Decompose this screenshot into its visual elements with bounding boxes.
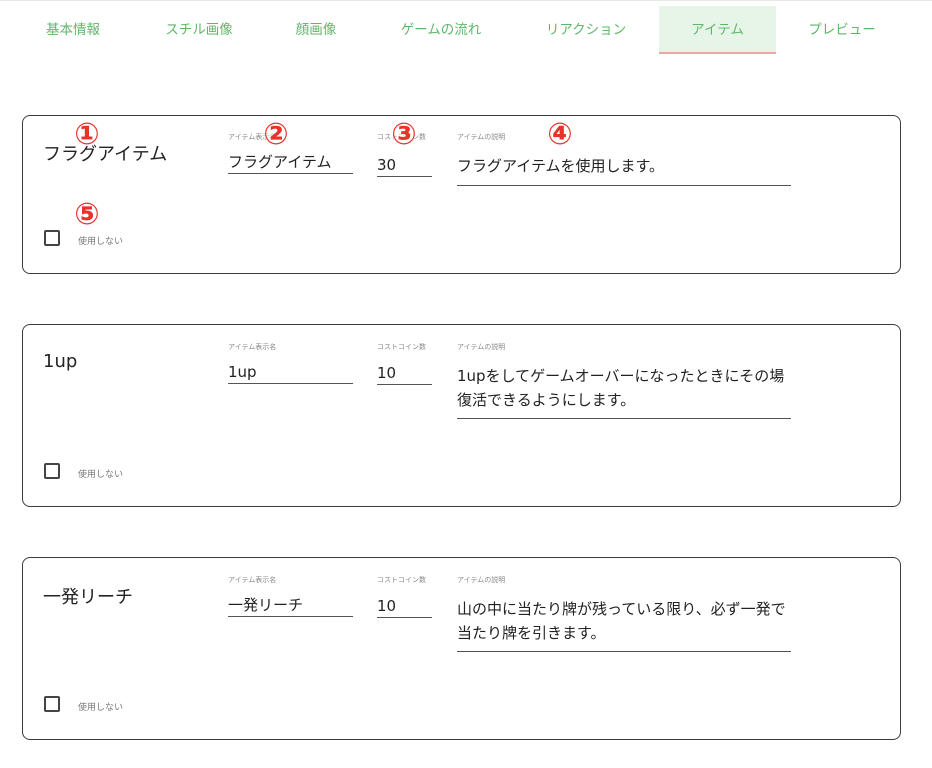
description-textarea[interactable]: 1upをしてゲームオーバーになったときにその場復活できるようにします。 [457, 364, 791, 419]
description-label: アイテムの説明 [457, 343, 506, 351]
annotation-marker-3: ③ [391, 117, 417, 152]
display-name-input[interactable] [228, 150, 353, 174]
annotation-marker-4: ④ [547, 117, 573, 152]
display-name-label: アイテム表示名 [228, 343, 277, 351]
unused-label: 使用しない [78, 703, 124, 713]
item-title: フラグアイテム [43, 144, 168, 165]
top-divider [0, 0, 932, 1]
annotation-marker-1: ① [74, 117, 100, 152]
annotation-marker-5: ⑤ [74, 197, 100, 232]
item-card: フラグアイテム アイテム表示名 コストコイン数 アイテムの説明 フラグアイテムを… [22, 115, 901, 274]
cost-input[interactable] [377, 153, 432, 177]
unused-checkbox[interactable] [44, 463, 60, 479]
tab-game-flow[interactable]: ゲームの流れ [372, 6, 510, 54]
item-title: 一発リーチ [43, 587, 133, 608]
item-title: 1up [43, 351, 78, 372]
item-card: 一発リーチ アイテム表示名 コストコイン数 アイテムの説明 山の中に当たり牌が残… [22, 557, 901, 740]
tab-basic-info[interactable]: 基本情報 [14, 6, 132, 54]
tab-bar: 基本情報 スチル画像 顔画像 ゲームの流れ リアクション アイテム プレビュー [0, 6, 932, 54]
cost-label: コストコイン数 [377, 576, 426, 584]
item-card: 1up アイテム表示名 コストコイン数 アイテムの説明 1upをしてゲームオーバ… [22, 324, 901, 507]
cost-input[interactable] [377, 361, 432, 385]
description-textarea[interactable]: 山の中に当たり牌が残っている限り、必ず一発で当たり牌を引きます。 [457, 597, 791, 652]
display-name-label: アイテム表示名 [228, 576, 277, 584]
annotation-marker-2: ② [263, 117, 289, 152]
tab-still-images[interactable]: スチル画像 [138, 6, 260, 54]
tab-items[interactable]: アイテム [659, 6, 776, 54]
description-textarea[interactable]: フラグアイテムを使用します。 [457, 154, 791, 186]
unused-label: 使用しない [78, 237, 124, 247]
unused-label: 使用しない [78, 470, 124, 480]
display-name-input[interactable] [228, 593, 353, 617]
display-name-input[interactable] [228, 360, 353, 384]
description-label: アイテムの説明 [457, 133, 506, 141]
description-label: アイテムの説明 [457, 576, 506, 584]
cost-input[interactable] [377, 594, 432, 618]
unused-checkbox[interactable] [44, 230, 60, 246]
tab-preview[interactable]: プレビュー [782, 6, 902, 54]
unused-checkbox[interactable] [44, 696, 60, 712]
tab-reactions[interactable]: リアクション [516, 6, 656, 54]
tab-face-images[interactable]: 顔画像 [266, 6, 366, 54]
cost-label: コストコイン数 [377, 343, 426, 351]
